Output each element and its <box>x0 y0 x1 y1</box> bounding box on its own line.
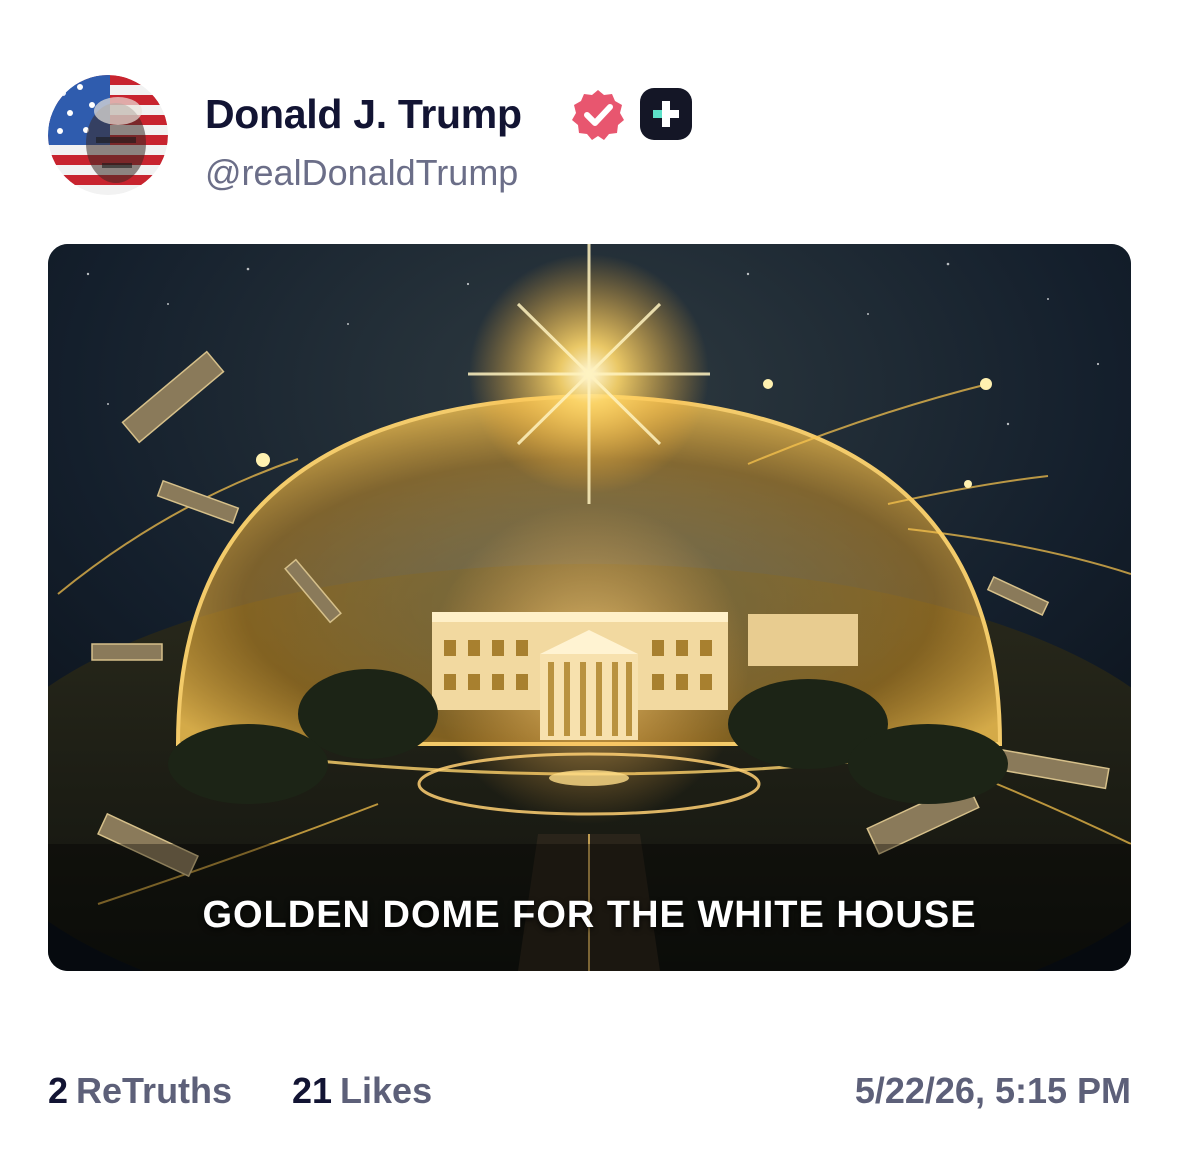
verified-badge-icon <box>570 87 626 143</box>
flag-portrait-avatar-icon <box>48 75 168 195</box>
author-handle[interactable]: @realDonaldTrump <box>205 150 518 196</box>
post-footer: 2 ReTruths 21 Likes 5/22/26, 5:15 PM <box>48 1068 1131 1116</box>
retruths-count: 2 <box>48 1070 69 1111</box>
truth-post: Donald J. Trump @realDonaldTrump GOLDEN … <box>0 0 1179 1164</box>
author-display-name[interactable]: Donald J. Trump <box>205 88 522 140</box>
likes-count: 21 <box>292 1070 333 1111</box>
retruths-stat[interactable]: 2 ReTruths <box>48 1068 232 1114</box>
truth-plus-icon <box>638 86 694 142</box>
image-caption: GOLDEN DOME FOR THE WHITE HOUSE <box>202 894 977 936</box>
post-image[interactable]: GOLDEN DOME FOR THE WHITE HOUSE <box>48 244 1131 971</box>
post-timestamp: 5/22/26, 5:15 PM <box>854 1070 1131 1111</box>
likes-label: Likes <box>340 1070 433 1111</box>
retruths-label: ReTruths <box>76 1070 233 1111</box>
likes-stat[interactable]: 21 Likes <box>292 1068 432 1114</box>
golden-dome-illustration <box>48 244 1131 971</box>
avatar[interactable] <box>48 75 168 195</box>
